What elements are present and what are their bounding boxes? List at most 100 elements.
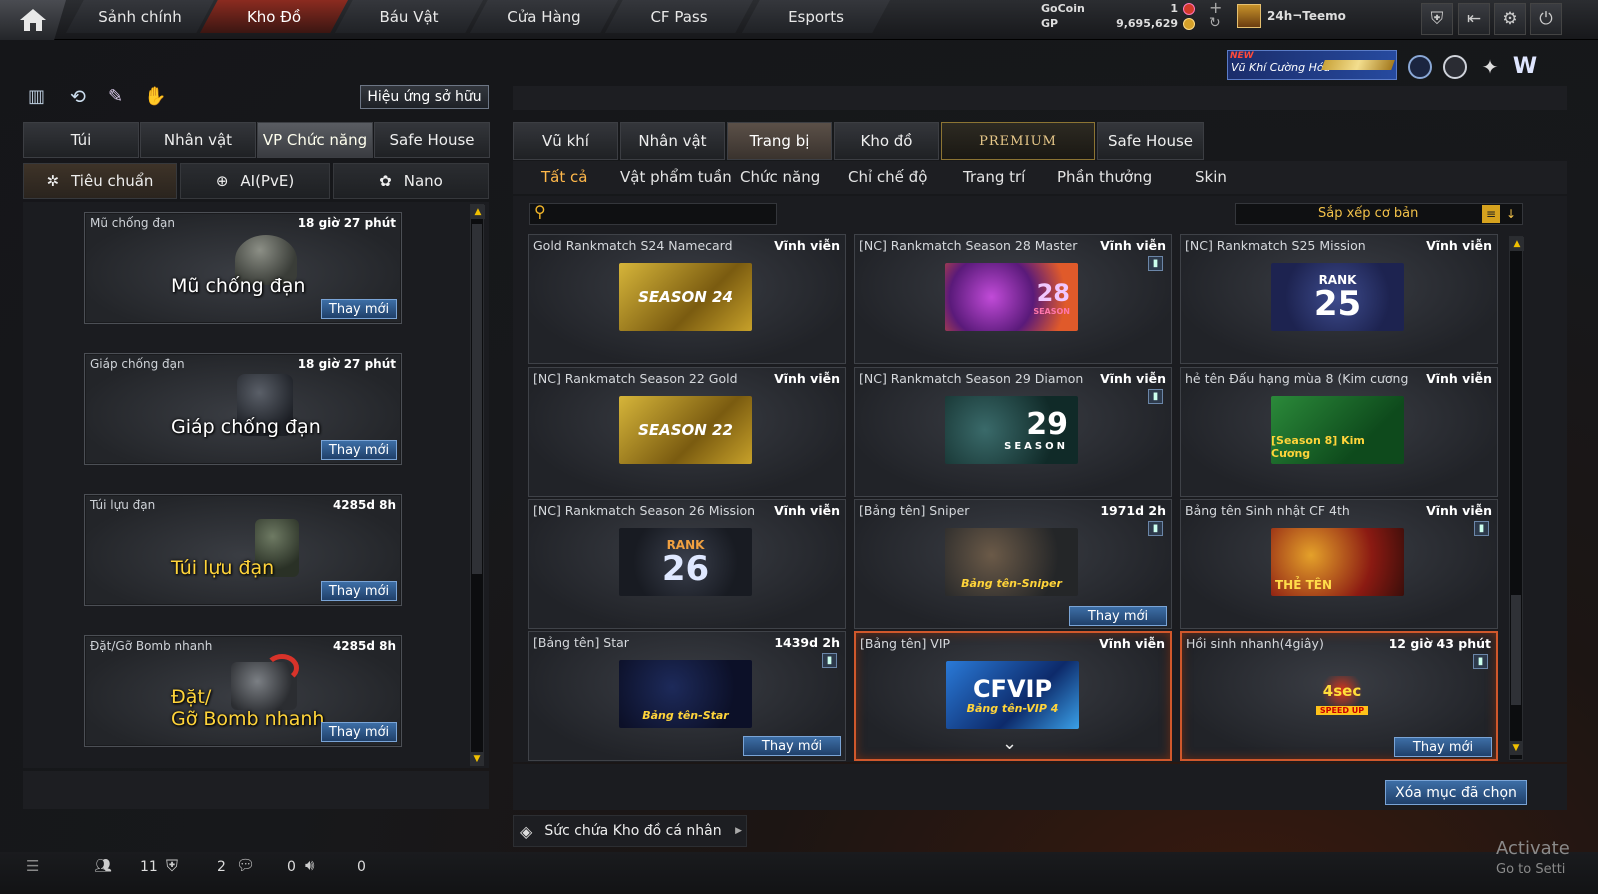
history-icon[interactable]: ⟲ bbox=[70, 86, 96, 110]
renew-button[interactable]: Thay mới bbox=[321, 299, 397, 319]
delete-icon[interactable]: ▮ bbox=[1148, 389, 1163, 404]
shield-icon[interactable]: ⛨ bbox=[1421, 3, 1453, 35]
grid-item[interactable]: [NC] Rankmatch Season 26 Mission Vĩnh vi… bbox=[528, 499, 846, 629]
tab-character[interactable]: Nhân vật bbox=[140, 122, 256, 158]
tab-function-items[interactable]: VP Chức năng bbox=[257, 122, 373, 158]
gocoin-icon bbox=[1183, 3, 1195, 15]
menu-list-icon[interactable]: ☰ bbox=[26, 857, 39, 875]
subtab-standard[interactable]: ✲ Tiêu chuẩn bbox=[23, 163, 177, 199]
scroll-up-icon[interactable]: ▲ bbox=[1510, 237, 1524, 251]
blade-icon[interactable]: ✦ bbox=[1478, 55, 1502, 79]
search-input[interactable] bbox=[554, 205, 772, 223]
sort-dropdown[interactable]: Sắp xếp cơ bản ≡ ↓ bbox=[1235, 203, 1523, 225]
subtab-skin[interactable]: Skin bbox=[1195, 166, 1227, 188]
w-logo-icon[interactable]: W bbox=[1512, 55, 1538, 79]
gear-icon[interactable]: ⚙ bbox=[1494, 3, 1526, 35]
subtab-function[interactable]: Chức năng bbox=[740, 166, 820, 188]
renew-button[interactable]: Thay mới bbox=[1394, 737, 1492, 757]
subtab-all[interactable]: Tất cả bbox=[541, 166, 587, 188]
exit-room-icon[interactable]: ⇤ bbox=[1458, 3, 1490, 35]
grid-item[interactable]: hẻ tên Đấu hạng mùa 8 (Kim cương Vĩnh vi… bbox=[1180, 367, 1498, 497]
grid-item[interactable]: [Bảng tên] Star 1439d 2h ▮ Bảng tên-Star… bbox=[528, 631, 846, 761]
grid-item[interactable]: [Bảng tên] Sniper 1971d 2h ▮ Bảng tên-Sn… bbox=[854, 499, 1172, 629]
event-icon-1[interactable] bbox=[1408, 55, 1432, 79]
tab-safe-house[interactable]: Safe House bbox=[1097, 122, 1204, 160]
scroll-thumb[interactable] bbox=[472, 224, 482, 574]
power-icon[interactable]: ⏻ bbox=[1530, 3, 1562, 35]
weapon-upgrade-banner[interactable]: NEW Vũ Khí Cường Hóa bbox=[1227, 50, 1397, 80]
grid-item[interactable]: [NC] Rankmatch Season 22 Gold Vĩnh viễn … bbox=[528, 367, 846, 497]
subtab-nano[interactable]: ✿ Nano bbox=[333, 163, 489, 199]
capacity-bar[interactable]: ◈ Sức chứa Kho đồ cá nhân ▶ bbox=[513, 815, 747, 847]
grid-item[interactable]: Bảng tên Sinh nhật CF 4th Vĩnh viễn ▮ TH… bbox=[1180, 499, 1498, 629]
watermark-line2: Go to Setti bbox=[1496, 862, 1566, 877]
owned-effects-button[interactable]: Hiệu ứng sở hữu bbox=[360, 85, 489, 109]
item-time: 12 giờ 43 phút bbox=[1388, 636, 1491, 651]
subtab-rewards[interactable]: Phần thưởng bbox=[1057, 166, 1152, 188]
nav-tab-esports[interactable]: Esports bbox=[742, 0, 890, 33]
refresh-icon[interactable]: ↻ bbox=[1209, 15, 1221, 31]
bag-icon[interactable]: ✋ bbox=[144, 86, 170, 110]
renew-button[interactable]: Thay mới bbox=[321, 440, 397, 460]
nav-tab-shop[interactable]: Cửa Hàng bbox=[470, 0, 618, 33]
globe-icon[interactable] bbox=[1443, 55, 1467, 79]
grid-item[interactable]: [NC] Rankmatch Season 28 Master Vĩnh viễ… bbox=[854, 234, 1172, 364]
tab-character[interactable]: Nhân vật bbox=[620, 122, 725, 160]
friends-icon[interactable]: 👥︎ bbox=[94, 858, 112, 874]
layers-icon: ◈ bbox=[520, 821, 533, 841]
grid-item-selected[interactable]: Hồi sinh nhanh(4giây) 12 giờ 43 phút ▮ 4… bbox=[1180, 631, 1498, 761]
renew-button[interactable]: Thay mới bbox=[1069, 606, 1167, 626]
item-name: Giáp chống đạn bbox=[90, 357, 185, 371]
nav-tab-cfpass[interactable]: CF Pass bbox=[605, 0, 753, 33]
scroll-down-icon[interactable]: ▼ bbox=[470, 752, 484, 766]
delete-icon[interactable]: ▮ bbox=[1148, 256, 1163, 271]
subtab-weekly-items[interactable]: Vật phẩm tuần bbox=[620, 166, 732, 188]
subtab-decoration[interactable]: Trang trí bbox=[963, 166, 1025, 188]
podium-icon[interactable]: ▥ bbox=[28, 86, 52, 110]
item-name: Gold Rankmatch S24 Namecard bbox=[533, 238, 733, 253]
home-button[interactable] bbox=[0, 0, 66, 40]
tab-premium[interactable]: PREMIUM bbox=[941, 122, 1095, 160]
grid-item-selected[interactable]: [Bảng tên] VIP Vĩnh viễn CFVIP Bảng tên-V… bbox=[854, 631, 1172, 761]
tab-weapons[interactable]: Vũ khí bbox=[513, 122, 618, 160]
scroll-thumb[interactable] bbox=[1511, 595, 1521, 705]
chat-icon[interactable]: 💬︎ bbox=[236, 856, 255, 874]
left-scrollbar[interactable]: ▲ bbox=[470, 204, 485, 766]
nav-tab-inventory[interactable]: Kho Đồ bbox=[200, 0, 348, 33]
list-item[interactable]: Mũ chống đạn 18 giờ 27 phút Mũ chống đạn… bbox=[84, 212, 402, 324]
tab-bag[interactable]: Túi bbox=[23, 122, 139, 158]
delete-icon[interactable]: ▮ bbox=[1473, 654, 1488, 669]
tab-equipment[interactable]: Trang bị bbox=[727, 122, 832, 160]
speaker-icon[interactable]: 🔊︎ bbox=[305, 856, 314, 874]
list-item[interactable]: Giáp chống đạn 18 giờ 27 phút Giáp chống… bbox=[84, 353, 402, 465]
nav-tab-lobby[interactable]: Sảnh chính bbox=[66, 0, 214, 33]
nav-tab-label: Sảnh chính bbox=[98, 7, 182, 26]
delete-icon[interactable]: ▮ bbox=[1148, 521, 1163, 536]
spray-icon[interactable]: ✎ bbox=[108, 86, 134, 110]
grid-item[interactable]: Gold Rankmatch S24 Namecard Vĩnh viễn SE… bbox=[528, 234, 846, 364]
subtab-ai-pve[interactable]: ⊕ AI(PvE) bbox=[180, 163, 330, 199]
delete-icon[interactable]: ▮ bbox=[1474, 521, 1489, 536]
scroll-down-icon[interactable]: ▼ bbox=[1509, 741, 1523, 755]
search-box[interactable]: ⚲ bbox=[529, 202, 777, 225]
list-item[interactable]: Túi lựu đạn 4285d 8h Túi lựu đạn Thay mớ… bbox=[84, 494, 402, 606]
clan-shield-icon[interactable]: ⛨ bbox=[166, 856, 178, 876]
delete-selected-button[interactable]: Xóa mục đã chọn bbox=[1385, 780, 1527, 805]
chevron-down-icon[interactable]: ⌄ bbox=[1002, 733, 1017, 754]
tab-safe-house[interactable]: Safe House bbox=[374, 122, 490, 158]
right-scrollbar[interactable]: ▲ bbox=[1509, 236, 1524, 760]
renew-button[interactable]: Thay mới bbox=[321, 722, 397, 742]
subtab-mode-only[interactable]: Chỉ chế độ bbox=[848, 166, 927, 188]
tab-storage[interactable]: Kho đồ bbox=[834, 122, 939, 160]
grid-item[interactable]: [NC] Rankmatch Season 29 Diamon Vĩnh viễ… bbox=[854, 367, 1172, 497]
sort-order-icon[interactable]: ↓ bbox=[1502, 205, 1520, 223]
grid-item[interactable]: [NC] Rankmatch S25 Mission Vĩnh viễn RAN… bbox=[1180, 234, 1498, 364]
renew-button[interactable]: Thay mới bbox=[321, 581, 397, 601]
scroll-up-icon[interactable]: ▲ bbox=[471, 205, 485, 219]
list-view-icon[interactable]: ≡ bbox=[1482, 205, 1500, 223]
renew-button[interactable]: Thay mới bbox=[743, 736, 841, 756]
image-text: 25 bbox=[1313, 284, 1362, 324]
nav-tab-treasure[interactable]: Báu Vật bbox=[335, 0, 483, 33]
list-item[interactable]: Đặt/Gỡ Bomb nhanh 4285d 8h Đặt/ Gỡ Bomb … bbox=[84, 635, 402, 747]
delete-icon[interactable]: ▮ bbox=[822, 653, 837, 668]
